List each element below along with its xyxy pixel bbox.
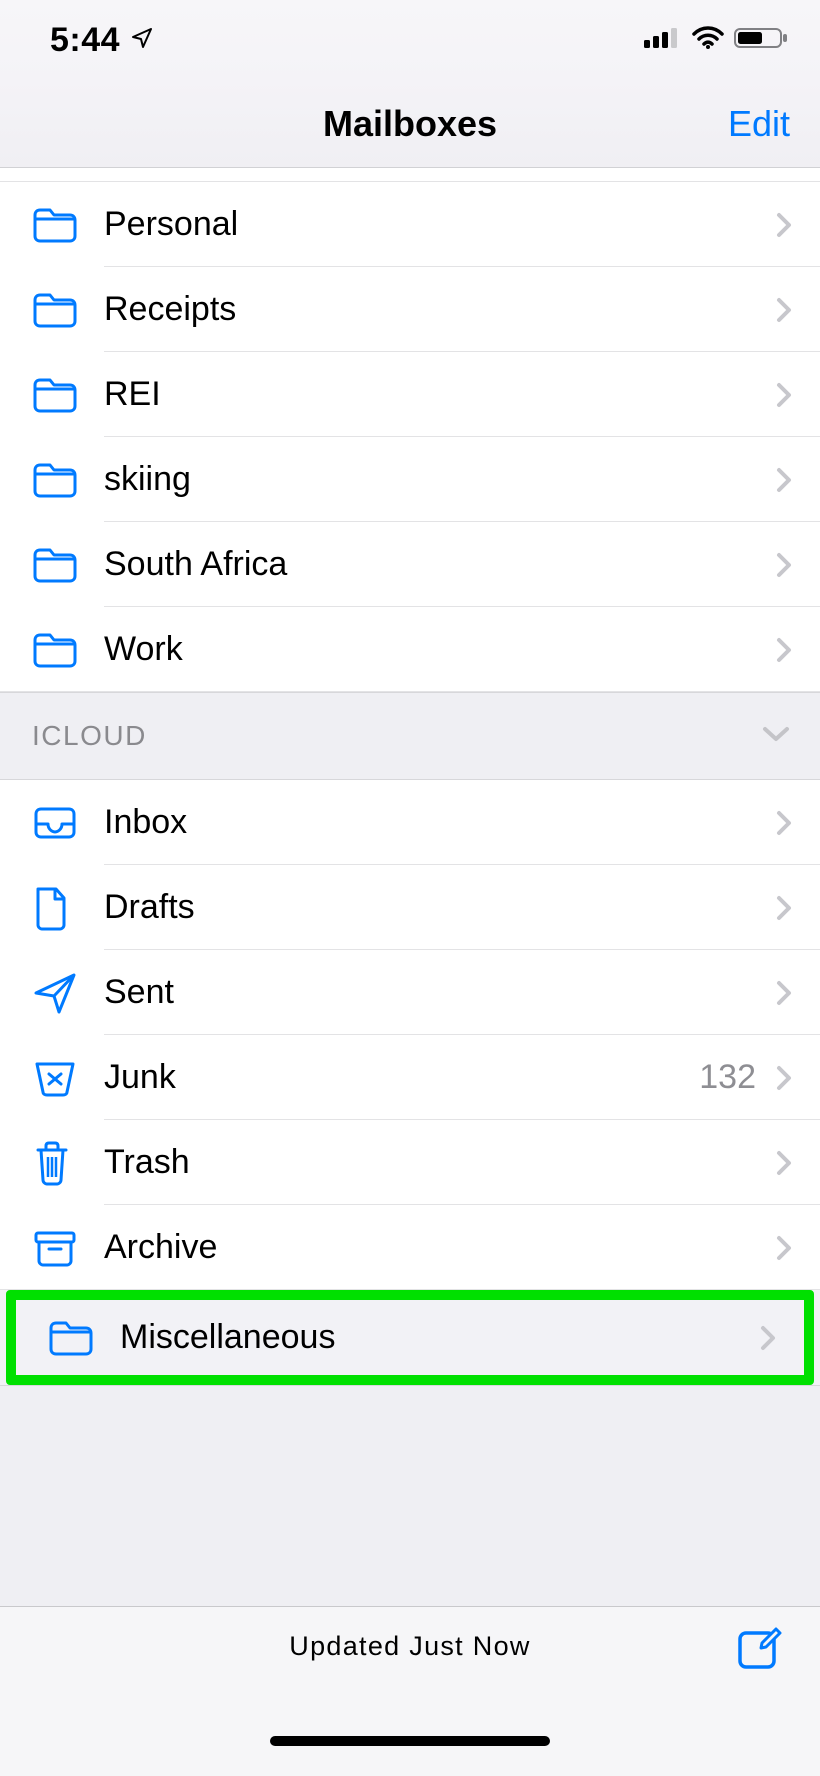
wifi-icon xyxy=(692,26,724,55)
edit-button[interactable]: Edit xyxy=(728,103,790,145)
mailbox-row-skiing[interactable]: skiing xyxy=(0,437,820,522)
send-icon xyxy=(32,970,104,1016)
highlighted-row: Miscellaneous xyxy=(6,1290,814,1385)
mailbox-label: Personal xyxy=(104,205,770,244)
mailbox-count: 132 xyxy=(699,1058,756,1097)
status-bar: 5:44 xyxy=(0,0,820,80)
mailbox-label: skiing xyxy=(104,460,770,499)
mailbox-label: South Africa xyxy=(104,545,770,584)
chevron-right-icon xyxy=(770,1065,798,1091)
mailbox-row-receipts[interactable]: Receipts xyxy=(0,267,820,352)
chevron-right-icon xyxy=(770,637,798,663)
chevron-right-icon xyxy=(770,467,798,493)
mailbox-row-inbox[interactable]: Inbox xyxy=(0,780,820,865)
mailbox-row-trash[interactable]: Trash xyxy=(0,1120,820,1205)
archive-icon xyxy=(32,1228,104,1268)
battery-icon xyxy=(734,26,790,55)
compose-button[interactable] xyxy=(734,1621,786,1678)
chevron-right-icon xyxy=(770,552,798,578)
toolbar: Updated Just Now xyxy=(0,1606,820,1736)
cellular-signal-icon xyxy=(644,26,682,55)
location-icon xyxy=(130,26,154,55)
mailbox-row-archive[interactable]: Archive xyxy=(0,1205,820,1290)
mailbox-row-sent[interactable]: Sent xyxy=(0,950,820,1035)
nav-bar: Mailboxes Edit xyxy=(0,80,820,168)
chevron-right-icon xyxy=(770,895,798,921)
home-indicator xyxy=(0,1736,820,1776)
inbox-icon xyxy=(32,804,104,842)
folder-icon xyxy=(48,1319,120,1357)
scroll-shadow xyxy=(0,168,820,182)
chevron-right-icon xyxy=(770,980,798,1006)
sync-status: Updated Just Now xyxy=(289,1631,530,1662)
mailbox-row-drafts[interactable]: Drafts xyxy=(0,865,820,950)
icloud-list: Inbox Drafts Sent Junk132 Trash Archive xyxy=(0,780,820,1290)
folder-icon xyxy=(32,631,104,669)
mailbox-label: REI xyxy=(104,375,770,414)
folder-list: Personal Receipts REI skiing South Africa Wor… xyxy=(0,182,820,692)
mailbox-row-work[interactable]: Work xyxy=(0,607,820,692)
chevron-right-icon xyxy=(754,1325,782,1351)
page-title: Mailboxes xyxy=(323,103,497,145)
section-header-icloud[interactable]: ICLOUD xyxy=(0,692,820,780)
chevron-right-icon xyxy=(770,297,798,323)
folder-icon xyxy=(32,546,104,584)
chevron-down-icon xyxy=(762,725,790,748)
folder-icon xyxy=(32,376,104,414)
folder-icon xyxy=(32,291,104,329)
mailbox-label: Inbox xyxy=(104,803,770,842)
mailbox-row-personal[interactable]: Personal xyxy=(0,182,820,267)
mailbox-label: Archive xyxy=(104,1228,770,1267)
folder-icon xyxy=(32,206,104,244)
mailbox-label: Junk xyxy=(104,1058,699,1097)
chevron-right-icon xyxy=(770,212,798,238)
mailbox-label: Trash xyxy=(104,1143,770,1182)
trash-icon xyxy=(32,1140,104,1186)
chevron-right-icon xyxy=(770,1150,798,1176)
section-header-label: ICLOUD xyxy=(32,720,147,752)
mailbox-row-south-africa[interactable]: South Africa xyxy=(0,522,820,607)
chevron-right-icon xyxy=(770,1235,798,1261)
junk-icon xyxy=(32,1058,104,1098)
mailbox-label: Drafts xyxy=(104,888,770,927)
mailbox-label: Miscellaneous xyxy=(120,1318,754,1357)
mailbox-row-junk[interactable]: Junk132 xyxy=(0,1035,820,1120)
mailbox-row-miscellaneous[interactable]: Miscellaneous xyxy=(16,1300,804,1375)
mailbox-label: Receipts xyxy=(104,290,770,329)
folder-icon xyxy=(32,461,104,499)
mailbox-label: Sent xyxy=(104,973,770,1012)
empty-space xyxy=(0,1385,820,1606)
mailbox-row-rei[interactable]: REI xyxy=(0,352,820,437)
doc-icon xyxy=(32,885,104,931)
chevron-right-icon xyxy=(770,382,798,408)
chevron-right-icon xyxy=(770,810,798,836)
status-time: 5:44 xyxy=(50,21,120,60)
mailbox-label: Work xyxy=(104,630,770,669)
